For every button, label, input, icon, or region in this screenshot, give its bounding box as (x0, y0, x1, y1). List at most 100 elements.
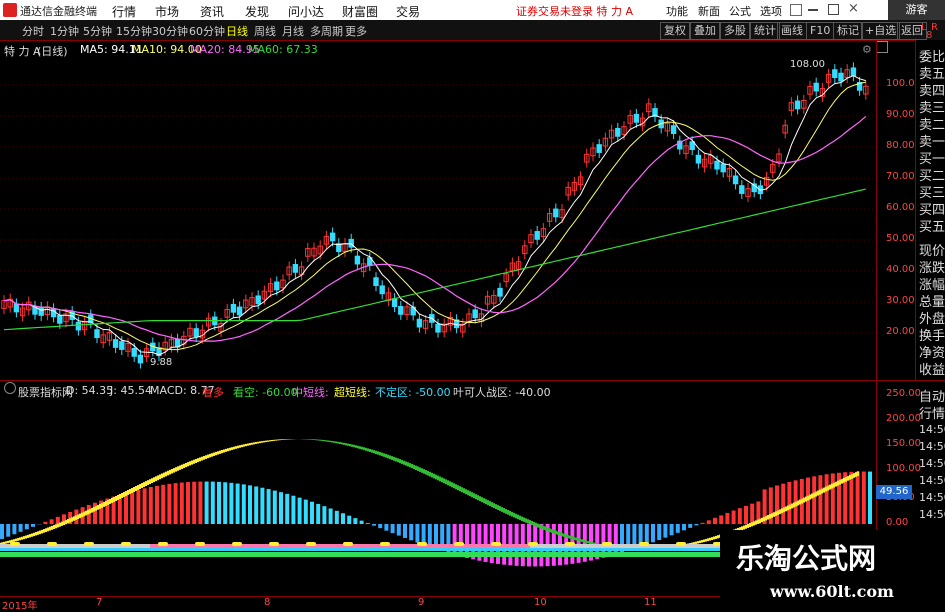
tick-time: 14:50 (919, 474, 945, 487)
price-tick: 90.00 (886, 109, 915, 120)
axis-divider (876, 40, 877, 380)
close-icon[interactable]: × (848, 1, 859, 16)
period-30min[interactable]: 30分钟 (152, 23, 188, 39)
price-tick: 20.00 (886, 326, 915, 337)
menu-quotes[interactable]: 行情 (112, 3, 136, 20)
candle-body (715, 161, 719, 169)
f10-button[interactable]: F10 (806, 22, 834, 40)
histogram-bar (254, 486, 258, 524)
panel-tab-8[interactable]: 8 (926, 30, 932, 41)
guest-button[interactable]: 游客 (888, 0, 945, 20)
histogram-bar (130, 491, 134, 524)
stats-button[interactable]: 统计 (750, 22, 780, 40)
period-daily[interactable]: 日线 (226, 23, 248, 39)
signal-dot (232, 542, 242, 546)
histogram-bar (291, 496, 295, 524)
maximize-icon[interactable] (828, 4, 839, 15)
candle-body (597, 145, 601, 153)
menu-discover[interactable]: 发现 (245, 3, 269, 20)
histogram-bar (279, 492, 283, 524)
quotes-button[interactable]: 行情 (919, 403, 945, 422)
histogram-bar (719, 515, 723, 524)
menu-wealth[interactable]: 财富圈 (342, 3, 378, 20)
candle-body (851, 68, 855, 76)
histogram-bar (198, 482, 202, 524)
histogram-bar (174, 483, 178, 524)
period-monthly[interactable]: 月线 (282, 23, 304, 39)
histogram-bar (124, 493, 128, 524)
candle-body (58, 315, 62, 323)
histogram-bar (31, 524, 35, 527)
tick-time: 14:50 (919, 491, 945, 504)
histogram-bar (25, 524, 29, 529)
menu-formula[interactable]: 公式 (729, 3, 751, 19)
high-price-label: 108.00 (790, 59, 825, 70)
histogram-bar (366, 523, 370, 524)
overlay-button[interactable]: 叠加 (690, 22, 720, 40)
menu-market[interactable]: 市场 (155, 3, 179, 20)
watermark-url: www.60lt.com (770, 582, 894, 601)
menu-function[interactable]: 功能 (666, 3, 688, 19)
histogram-bar (645, 524, 649, 545)
period-15min[interactable]: 15分钟 (116, 23, 152, 39)
ma5-line (4, 76, 866, 355)
period-multi[interactable]: 多周期 (310, 23, 343, 39)
histogram-bar (0, 524, 4, 539)
signal-dot (528, 542, 538, 546)
price-tick: 50.00 (886, 233, 915, 244)
period-60min[interactable]: 60分钟 (189, 23, 225, 39)
candle-body (795, 101, 799, 109)
candle-body (554, 209, 558, 217)
signal-dot (47, 542, 57, 546)
histogram-bar (12, 524, 16, 534)
adjust-button[interactable]: 复权 (660, 22, 690, 40)
price-tick: 70.00 (886, 171, 915, 182)
draw-line-button[interactable]: 画线 (777, 22, 807, 40)
signal-dot (158, 542, 168, 546)
maximize-panel-icon[interactable] (876, 41, 888, 53)
candle-body (833, 70, 837, 78)
period-tick[interactable]: 分时 (22, 23, 44, 39)
signal-band (0, 548, 720, 551)
menu-options[interactable]: 选项 (760, 3, 782, 19)
candle-body (355, 256, 359, 264)
title-bar: 通达信金融终端 行情 市场 资讯 发现 问小达 财富圈 交易 证券交易未登录 特… (0, 0, 945, 20)
signal-dot (269, 542, 279, 546)
histogram-bar (205, 482, 209, 524)
x-label: 10 (534, 597, 547, 608)
period-1min[interactable]: 1分钟 (50, 23, 79, 39)
histogram-bar (341, 513, 345, 524)
period-5min[interactable]: 5分钟 (83, 23, 112, 39)
price-tick: 40.00 (886, 264, 915, 275)
app-logo-icon (3, 3, 17, 17)
add-watchlist-button[interactable]: +自选 (861, 22, 900, 40)
menu-news[interactable]: 资讯 (200, 3, 224, 20)
histogram-bar (744, 506, 748, 524)
mark-button[interactable]: 标记 (833, 22, 863, 40)
histogram-bar (732, 511, 736, 524)
indicator-menu-icon[interactable] (4, 382, 16, 394)
menu-new-page[interactable]: 新面 (698, 3, 720, 19)
x-label: 7 (96, 597, 102, 608)
signal-dot (343, 542, 353, 546)
settings-icon[interactable] (790, 4, 802, 16)
histogram-bar (750, 504, 754, 524)
histogram-bar (347, 516, 351, 524)
menu-trade[interactable]: 交易 (396, 3, 420, 20)
kline-chart[interactable] (0, 40, 876, 380)
candle-body (721, 164, 725, 172)
candle-body (399, 307, 403, 315)
histogram-bar (298, 498, 302, 524)
period-more[interactable]: 更多 (345, 23, 367, 39)
minimize-icon[interactable] (808, 9, 818, 11)
histogram-bar (738, 508, 742, 524)
period-weekly[interactable]: 周线 (254, 23, 276, 39)
histogram-bar (242, 484, 246, 524)
histogram-bar (236, 484, 240, 524)
menu-ask[interactable]: 问小达 (288, 3, 324, 20)
histogram-bar (316, 504, 320, 524)
multi-stock-button[interactable]: 多股 (720, 22, 750, 40)
histogram-bar (676, 524, 680, 533)
signal-dot (454, 542, 464, 546)
histogram-bar (781, 484, 785, 524)
